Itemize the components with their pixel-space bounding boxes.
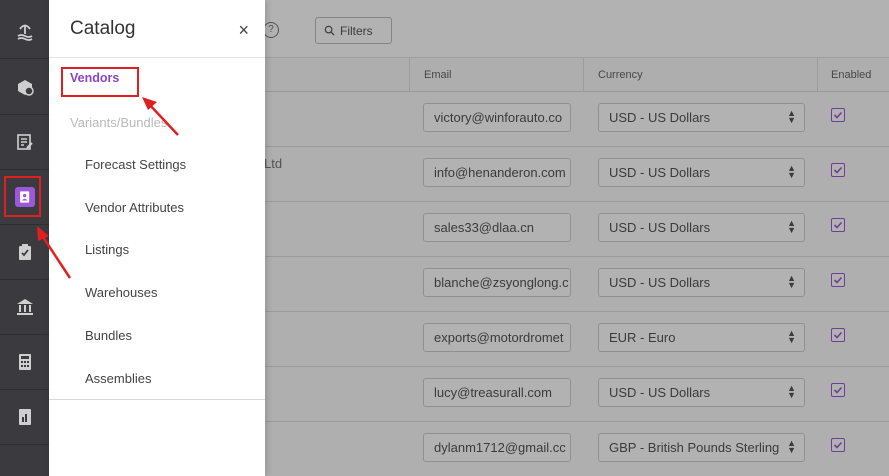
menu-item-listings[interactable]: Listings: [85, 242, 129, 257]
menu-item-bundles[interactable]: Bundles: [85, 328, 132, 343]
menu-item-forecast-settings[interactable]: Forecast Settings: [85, 157, 186, 172]
close-icon[interactable]: ×: [238, 20, 249, 41]
nav-rail: [0, 0, 49, 476]
menu-item-variants-bundles[interactable]: Variants/Bundles: [70, 115, 167, 130]
menu-item-vendor-attributes[interactable]: Vendor Attributes: [85, 200, 184, 215]
rail-item-home[interactable]: [0, 4, 49, 59]
rail-item-tasks[interactable]: [0, 225, 49, 280]
menu-item-assemblies[interactable]: Assemblies: [85, 371, 151, 386]
bank-icon: [16, 299, 33, 315]
panel-header: Catalog ×: [49, 0, 265, 58]
panel-title: Catalog: [70, 18, 136, 39]
clipboard-check-icon: [18, 244, 31, 260]
rail-item-calculator[interactable]: [0, 335, 49, 390]
highlight-vendors: [61, 67, 139, 97]
rail-item-orders[interactable]: [0, 60, 49, 115]
beach-icon: [17, 24, 32, 41]
report-chart-icon: [18, 409, 31, 425]
menu-item-warehouses[interactable]: Warehouses: [85, 285, 158, 300]
rail-item-inventory[interactable]: [0, 115, 49, 170]
calculator-icon: [18, 354, 31, 370]
highlight-catalog-icon: [4, 176, 41, 217]
rail-item-warehouse[interactable]: [0, 280, 49, 335]
box-refresh-icon: [17, 80, 34, 96]
panel-divider: [49, 399, 265, 400]
rail-item-reports[interactable]: [0, 390, 49, 445]
sheet-edit-icon: [16, 134, 33, 150]
